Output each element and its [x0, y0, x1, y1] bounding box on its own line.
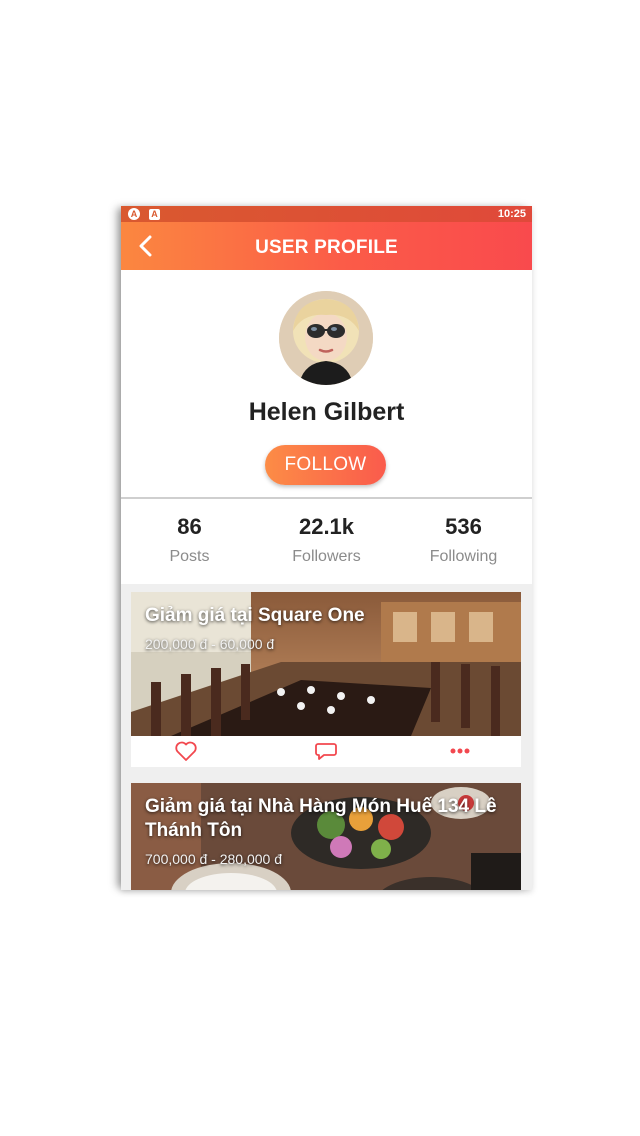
stat-value: 86: [177, 514, 202, 539]
stat-following[interactable]: 536 Following: [395, 514, 532, 566]
stat-value: 22.1k: [298, 514, 355, 539]
status-bar: A A 10:25: [121, 206, 532, 222]
more-button[interactable]: [448, 740, 472, 762]
post-image[interactable]: Giảm giá tại Square One 200,000 đ - 60,0…: [131, 592, 521, 736]
profile-name: Helen Gilbert: [248, 398, 405, 426]
avatar: [279, 291, 373, 385]
post-actions: [131, 736, 521, 767]
comment-button[interactable]: [314, 740, 338, 762]
post-feed: Giảm giá tại Square One 200,000 đ - 60,0…: [121, 584, 532, 890]
app-bar: USER PROFILE: [121, 222, 532, 270]
post-title: Giảm giá tại Nhà Hàng Món Huế 134 Lê Thá…: [145, 796, 497, 841]
notification-a-icon: A: [149, 209, 160, 220]
post-title: Giảm giá tại Square One: [145, 605, 365, 626]
more-dots-icon: [450, 748, 470, 754]
stat-label: Followers: [292, 548, 361, 565]
like-button[interactable]: [174, 740, 198, 762]
post-card[interactable]: Giảm giá tại Square One 200,000 đ - 60,0…: [131, 592, 521, 767]
post-price: 200,000 đ - 60,000 đ: [145, 636, 275, 652]
android-icon: A: [128, 208, 140, 220]
post-image[interactable]: Giảm giá tại Nhà Hàng Món Huế 134 Lê Thá…: [131, 783, 521, 890]
stat-label: Posts: [169, 548, 210, 565]
stat-followers[interactable]: 22.1k Followers: [258, 514, 395, 566]
stat-value: 536: [445, 514, 482, 539]
stat-posts[interactable]: 86 Posts: [121, 514, 258, 566]
post-price: 700,000 đ - 280,000 đ: [145, 851, 283, 867]
follow-button[interactable]: FOLLOW: [265, 445, 386, 485]
status-time: 10:25: [497, 208, 526, 220]
phone-screen: A A 10:25 USER PROFILE Helen Gilbert FOL…: [121, 206, 532, 890]
page-title: USER PROFILE: [255, 237, 398, 258]
stat-label: Following: [429, 548, 498, 565]
heart-icon: [175, 741, 197, 761]
comment-icon: [315, 743, 337, 760]
divider: [121, 497, 532, 499]
post-card[interactable]: Giảm giá tại Nhà Hàng Món Huế 134 Lê Thá…: [131, 783, 521, 890]
